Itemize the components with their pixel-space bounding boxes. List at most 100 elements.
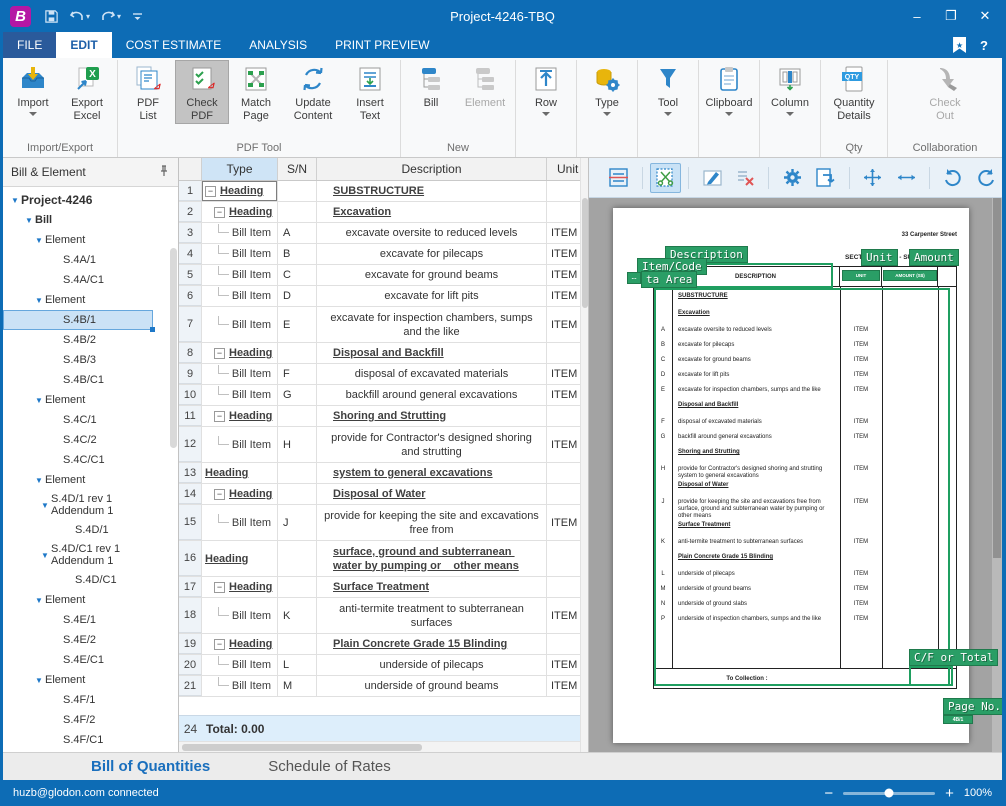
row-unit-cell[interactable]: ITEM xyxy=(547,265,580,285)
bookmark-icon[interactable]: ★ xyxy=(953,37,966,53)
data-area-dots[interactable]: ... xyxy=(627,272,641,284)
row-number[interactable]: 5 xyxy=(179,265,202,285)
pdf-scrollbar[interactable] xyxy=(992,198,1002,752)
pencil-icon[interactable] xyxy=(153,674,166,687)
column-header-unit[interactable]: Unit xyxy=(547,158,581,180)
fit-page-button[interactable] xyxy=(857,163,889,193)
zoom-slider-handle[interactable] xyxy=(885,789,894,798)
tree-item[interactable]: S.4C/C1 xyxy=(3,450,178,470)
table-row[interactable]: 16 Heading surface, ground and subterran… xyxy=(179,541,580,577)
cf-total-label[interactable]: C/F or Total xyxy=(909,649,998,666)
tab-file[interactable]: FILE xyxy=(3,32,56,58)
row-sn-cell[interactable] xyxy=(278,634,317,654)
tree-item[interactable]: ▼ S.4D/C1 rev 1 Addendum 1 xyxy=(3,540,178,570)
tab-cost-estimate[interactable]: COST ESTIMATE xyxy=(112,32,236,58)
row-type-cell[interactable]: −Heading xyxy=(202,406,278,426)
tree-item[interactable]: S.4E/C1 xyxy=(3,650,178,670)
tab-schedule-of-rates[interactable]: Schedule of Rates xyxy=(268,758,391,775)
row-type-cell[interactable]: Bill Item xyxy=(202,385,278,405)
match-page-button[interactable]: Match Page xyxy=(229,60,283,123)
table-row[interactable]: 13 Heading system to general excavations xyxy=(179,463,580,484)
app-logo-icon[interactable]: B xyxy=(10,6,31,27)
minimize-button[interactable]: – xyxy=(900,0,934,32)
zoom-in-button[interactable]: + xyxy=(945,785,954,802)
unit-header-highlight[interactable]: UNIT xyxy=(842,270,880,281)
row-description-cell[interactable]: provide for keeping the site and excavat… xyxy=(317,505,547,540)
row-number[interactable]: 6 xyxy=(179,286,202,306)
undo-dropdown-caret[interactable]: ▾ xyxy=(86,12,90,21)
delete-annotation-button[interactable] xyxy=(730,163,762,193)
table-row[interactable]: 5 Bill Item C excavate for ground beams … xyxy=(179,265,580,286)
settings-button[interactable] xyxy=(776,163,808,193)
table-row[interactable]: 12 Bill Item H provide for Contractor's … xyxy=(179,427,580,463)
row-type-cell[interactable]: −Heading xyxy=(202,577,278,597)
row-description-cell[interactable]: anti-termite treatment to subterranean s… xyxy=(317,598,547,633)
row-type-cell[interactable]: Bill Item xyxy=(202,307,278,342)
table-row[interactable]: 15 Bill Item J provide for keeping the s… xyxy=(179,505,580,541)
tree-item[interactable]: ▼ Bill xyxy=(3,210,178,230)
row-description-cell[interactable]: excavate for ground beams xyxy=(317,265,547,285)
sidebar-scrollbar[interactable] xyxy=(170,248,177,448)
tree-item[interactable]: S.4E/1 xyxy=(3,610,178,630)
pin-icon[interactable] xyxy=(158,165,170,180)
row-unit-cell[interactable] xyxy=(547,202,580,222)
table-row[interactable]: 3 Bill Item A excavate oversite to reduc… xyxy=(179,223,580,244)
unit-area-label[interactable]: Unit xyxy=(861,249,898,266)
clipboard-dropdown-caret[interactable] xyxy=(725,112,733,116)
row-number[interactable]: 21 xyxy=(179,676,202,696)
update-content-button[interactable]: Update Content xyxy=(283,60,343,123)
tool-dropdown-caret[interactable] xyxy=(664,112,672,116)
new-element-button[interactable]: Element xyxy=(458,60,512,110)
tree-item[interactable]: S.4C/2 xyxy=(3,430,178,450)
tree-item[interactable]: S.4E/2 xyxy=(3,630,178,650)
pencil-icon[interactable] xyxy=(153,234,166,247)
row-unit-cell[interactable]: ITEM xyxy=(547,244,580,264)
row-type-cell[interactable]: Bill Item xyxy=(202,505,278,540)
row-number[interactable]: 13 xyxy=(179,463,202,483)
row-number[interactable]: 12 xyxy=(179,427,202,462)
row-sn-cell[interactable]: F xyxy=(278,364,317,384)
tree-item[interactable]: S.4F/1 xyxy=(3,690,178,710)
row-type-cell[interactable]: Heading xyxy=(202,541,278,576)
row-sn-cell[interactable] xyxy=(278,181,317,201)
row-type-cell[interactable]: Bill Item xyxy=(202,265,278,285)
row-unit-cell[interactable] xyxy=(547,463,580,483)
amount-header-highlight[interactable]: AMOUNT (S$) xyxy=(883,270,937,281)
zoom-slider[interactable] xyxy=(843,792,935,795)
row-unit-cell[interactable] xyxy=(547,406,580,426)
table-row[interactable]: 21 Bill Item M underside of ground beams… xyxy=(179,676,580,697)
close-button[interactable]: ✕ xyxy=(968,0,1002,32)
tree-item[interactable]: S.4F/2 xyxy=(3,710,178,730)
redo-button[interactable]: ▾ xyxy=(97,9,124,23)
row-unit-cell[interactable]: ITEM xyxy=(547,655,580,675)
tree-expand-arrow[interactable]: ▼ xyxy=(35,236,45,245)
page-no-label[interactable]: Page No. xyxy=(943,698,1002,715)
row-description-cell[interactable]: excavate oversite to reduced levels xyxy=(317,223,547,243)
row-type-cell[interactable]: Bill Item xyxy=(202,676,278,696)
fit-width-button[interactable] xyxy=(890,163,922,193)
tree-item[interactable]: S.4D/1 xyxy=(3,520,178,540)
row-sn-cell[interactable] xyxy=(278,343,317,363)
redo-dropdown-caret[interactable]: ▾ xyxy=(117,12,121,21)
data-area-box[interactable] xyxy=(654,288,950,686)
tree-item[interactable]: S.4B/3 xyxy=(3,350,178,370)
tab-edit[interactable]: EDIT xyxy=(56,32,111,58)
row-type-cell[interactable]: Bill Item xyxy=(202,223,278,243)
row-sn-cell[interactable]: C xyxy=(278,265,317,285)
tree-item[interactable]: ▼ Element xyxy=(3,590,178,610)
row-sn-cell[interactable]: A xyxy=(278,223,317,243)
column-header-type[interactable]: Type xyxy=(202,158,278,180)
row-number[interactable]: 15 xyxy=(179,505,202,540)
row-description-cell[interactable]: underside of ground beams xyxy=(317,676,547,696)
pdf-list-button[interactable]: ⊿ PDF List xyxy=(121,60,175,123)
recognize-rows-button[interactable] xyxy=(603,163,635,193)
table-row[interactable]: 2 −Heading Excavation xyxy=(179,202,580,223)
tree-expand-arrow[interactable]: ▼ xyxy=(35,396,45,405)
tree-item[interactable]: S.4A/C1 xyxy=(3,270,178,290)
cf-total-box[interactable] xyxy=(909,666,953,686)
row-description-cell[interactable]: provide for Contractor's designed shorin… xyxy=(317,427,547,462)
row-unit-cell[interactable] xyxy=(547,541,580,576)
table-row[interactable]: 7 Bill Item E excavate for inspection ch… xyxy=(179,307,580,343)
row-sn-cell[interactable] xyxy=(278,484,317,504)
row-type-cell[interactable]: Bill Item xyxy=(202,655,278,675)
